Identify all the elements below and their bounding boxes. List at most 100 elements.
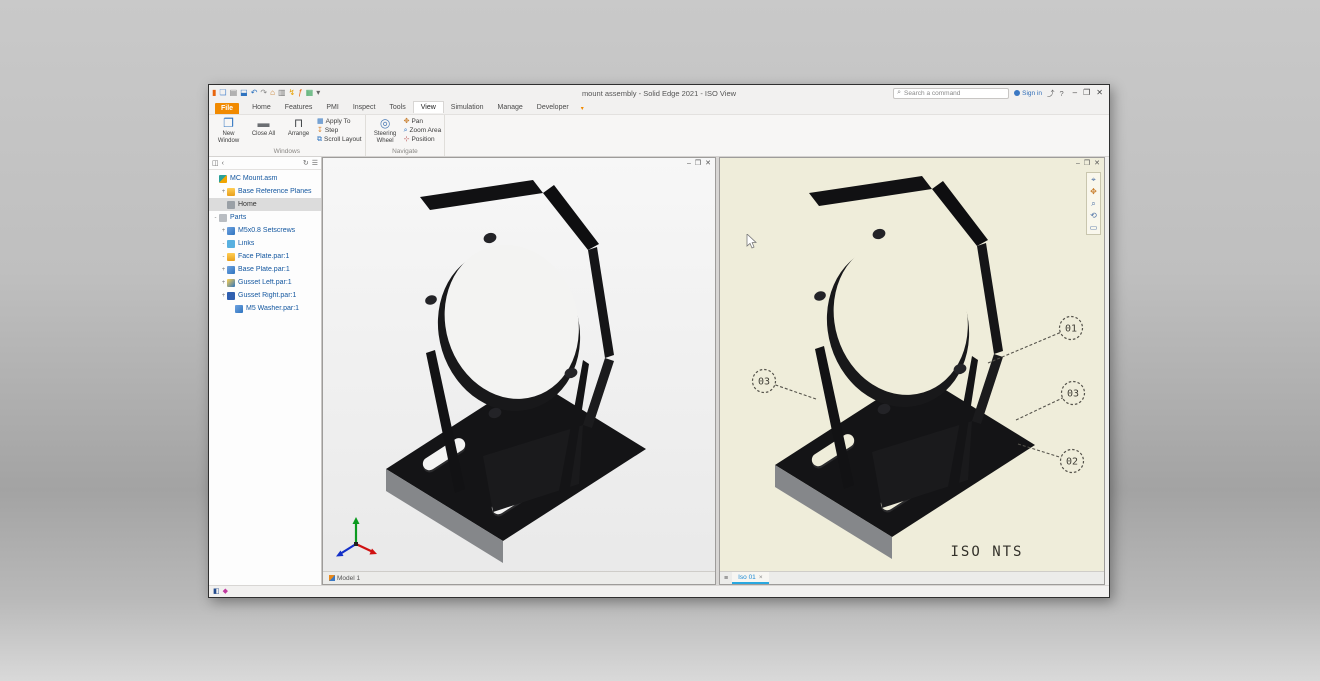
expander-icon[interactable]: + xyxy=(220,280,227,286)
sheet-close-icon[interactable]: × xyxy=(759,574,763,581)
open-icon[interactable]: ▤ xyxy=(230,89,238,97)
format-painter-icon[interactable]: ƒ xyxy=(298,89,302,97)
pan-icon: ✥ xyxy=(404,118,410,125)
close-button[interactable]: ✕ xyxy=(705,160,711,167)
help-button[interactable]: ? xyxy=(1060,89,1064,98)
anchor-icon xyxy=(227,292,235,300)
tree-item-m5-washer-par-1[interactable]: M5 Washer.par:1 xyxy=(209,302,321,315)
assembly-icon xyxy=(219,175,227,183)
select-icon[interactable]: ⌖ xyxy=(1091,175,1096,184)
tab-pmi[interactable]: PMI xyxy=(319,102,345,113)
tree-item-gusset-right-par-1[interactable]: + Gusset Right.par:1 xyxy=(209,289,321,302)
tree-item-links[interactable]: - Links xyxy=(209,237,321,250)
ribbon: ❐New Window▬Close All⊓Arrange▦Apply To ↧S… xyxy=(209,115,1109,157)
tab-view[interactable]: View xyxy=(413,101,444,113)
tree-item-parts[interactable]: -Parts xyxy=(209,211,321,224)
maximize-button[interactable]: ❐ xyxy=(1083,89,1090,97)
undo-icon[interactable]: ↶ xyxy=(251,89,258,97)
zoom-icon[interactable]: ⌕ xyxy=(1091,199,1095,208)
redo-icon[interactable]: ↷ xyxy=(260,89,267,97)
flash-icon[interactable]: ↯ xyxy=(289,89,296,97)
minimize-button[interactable]: – xyxy=(687,160,691,167)
apply-to-button[interactable]: ▦Apply To xyxy=(317,118,362,125)
new-document-icon[interactable]: ❏ xyxy=(219,89,226,97)
tree-item-label: MC Mount.asm xyxy=(230,175,277,182)
group-label: Windows xyxy=(212,147,362,156)
tree-item-home[interactable]: Home xyxy=(209,198,321,211)
tab-tools[interactable]: Tools xyxy=(382,102,412,113)
tree-item-mc-mount-asm[interactable]: MC Mount.asm xyxy=(209,172,321,185)
panel-menu-icon[interactable]: ☰ xyxy=(312,159,318,167)
tab-developer[interactable]: Developer xyxy=(530,102,576,113)
position-button[interactable]: ⊹Position xyxy=(404,136,442,143)
scroll-layout-button[interactable]: ⧉Scroll Layout xyxy=(317,136,362,143)
tree-item-face-plate-par-1[interactable]: -Face Plate.par:1 xyxy=(209,250,321,263)
panel-collapse-icon[interactable]: ‹ xyxy=(222,160,224,167)
restore-button[interactable]: ❒ xyxy=(1084,160,1090,167)
expander-icon[interactable]: - xyxy=(220,254,227,260)
more-commands-icon[interactable]: ▾ xyxy=(316,89,320,97)
tree-item-m5x0-8-setscrews[interactable]: +M5x0.8 Setscrews xyxy=(209,224,321,237)
tab-inspect[interactable]: Inspect xyxy=(346,102,383,113)
close-window-icon: ▬ xyxy=(258,117,270,130)
step-button[interactable]: ↧Step xyxy=(317,127,362,134)
sheet-icon[interactable]: ▥ xyxy=(278,89,286,97)
steering-wheel-icon: ◎ xyxy=(380,117,390,130)
view-annotation: ISO NTS xyxy=(932,544,1042,560)
expander-icon[interactable]: + xyxy=(220,293,227,299)
expander-icon[interactable]: - xyxy=(212,215,219,221)
tree-item-label: Gusset Right.par:1 xyxy=(238,292,296,299)
home-view-icon[interactable]: ⌂ xyxy=(270,89,275,97)
tab-simulation[interactable]: Simulation xyxy=(444,102,491,113)
sign-in-button[interactable]: Sign in xyxy=(1014,90,1042,97)
tree-item-label: Base Plate.par:1 xyxy=(238,266,290,273)
expander-icon[interactable]: + xyxy=(220,267,227,273)
pan-icon[interactable]: ✥ xyxy=(1090,187,1097,196)
tree-item-base-reference-planes[interactable]: +Base Reference Planes xyxy=(209,185,321,198)
refresh-icon[interactable]: ↻ xyxy=(303,159,309,167)
assembly-viewport[interactable]: – ❒ ✕ xyxy=(323,158,715,571)
balloon-annotations: 01030203 xyxy=(720,158,1104,571)
tree-item-base-plate-par-1[interactable]: + Base Plate.par:1 xyxy=(209,263,321,276)
expander-icon[interactable]: + xyxy=(220,228,227,234)
close-button[interactable]: ✕ xyxy=(1096,89,1103,97)
zoom-area-button[interactable]: ⌕Zoom Area xyxy=(404,127,442,134)
new-window-button[interactable]: ❐New Window xyxy=(212,116,245,147)
pan-button[interactable]: ✥Pan xyxy=(404,118,442,125)
minimize-button[interactable]: – xyxy=(1073,89,1077,97)
ribbon-options-caret[interactable]: ▾ xyxy=(576,103,589,114)
panel-dock-icon[interactable]: ◫ xyxy=(212,159,219,167)
tree-item-label: Links xyxy=(238,240,254,247)
tab-manage[interactable]: Manage xyxy=(490,102,529,113)
expander-icon[interactable]: - xyxy=(220,241,227,247)
bracket-model[interactable] xyxy=(383,172,715,571)
rotate-icon[interactable]: ⟲ xyxy=(1090,211,1097,220)
close-all-button[interactable]: ▬Close All xyxy=(247,116,280,147)
draft-viewport[interactable]: – ❒ ✕ ⌖ ✥ ⌕ ⟲ ▭ 01030203 ISO NTS xyxy=(720,158,1104,571)
link-icon xyxy=(227,240,235,248)
restore-button[interactable]: ❒ xyxy=(695,160,701,167)
view-toolbar: ⌖ ✥ ⌕ ⟲ ▭ xyxy=(1086,172,1101,235)
expander-icon[interactable]: + xyxy=(220,189,227,195)
share-icon[interactable]: ⤴ xyxy=(1047,88,1055,99)
save-icon[interactable]: ⬓ xyxy=(240,89,248,97)
active-sheet-tab[interactable]: Iso 01 × xyxy=(732,572,769,584)
apply-to-icon: ▦ xyxy=(317,118,324,125)
command-search-input[interactable]: ⌕ Search a command xyxy=(893,88,1009,99)
close-button[interactable]: ✕ xyxy=(1094,160,1100,167)
minimize-button[interactable]: – xyxy=(1076,160,1080,167)
fit-icon[interactable]: ▭ xyxy=(1090,223,1098,232)
arrange-button[interactable]: ⊓Arrange xyxy=(282,116,315,147)
tab-features[interactable]: Features xyxy=(278,102,320,113)
file-tab[interactable]: File xyxy=(215,103,239,114)
parts-library-icon[interactable]: ▦ xyxy=(306,89,314,97)
tree-item-gusset-left-par-1[interactable]: +Gusset Left.par:1 xyxy=(209,276,321,289)
sheet-list-icon[interactable]: ≡ xyxy=(720,575,732,582)
model-tab[interactable]: Model 1 xyxy=(323,575,366,582)
app-logo-icon[interactable]: ▮ xyxy=(212,89,216,97)
search-placeholder: Search a command xyxy=(904,90,960,97)
steering-wheel-button[interactable]: ◎Steering Wheel xyxy=(369,116,402,147)
balloon-number: 03 xyxy=(1067,389,1079,400)
folder-icon xyxy=(227,253,235,261)
tab-home[interactable]: Home xyxy=(245,102,278,113)
